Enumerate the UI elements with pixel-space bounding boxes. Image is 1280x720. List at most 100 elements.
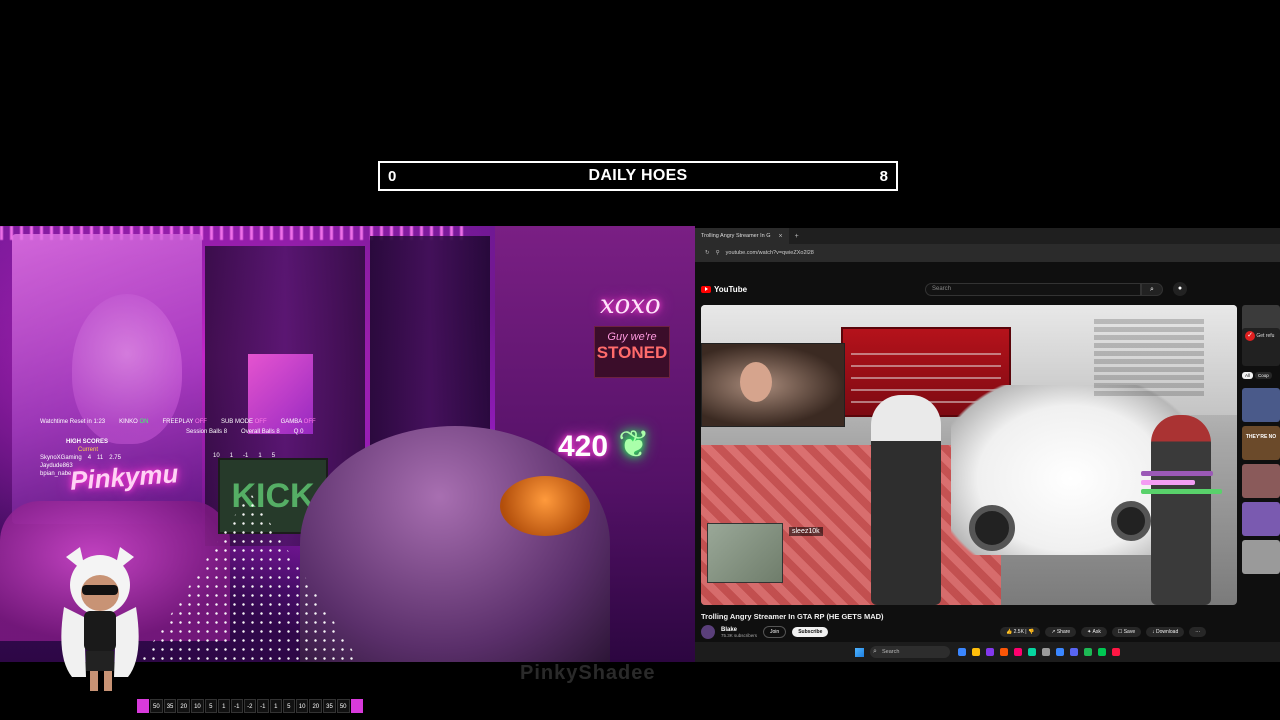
youtube-header: YouTube Search ⌕ ● — [695, 279, 1280, 299]
ingame-chat — [1094, 319, 1204, 399]
high-score-row: bpian_nabe — [40, 471, 72, 477]
video-actions: 👍 2.5K | 👎 ↗ Share ✦ Ask ☐ Save ↓ Downlo… — [1000, 627, 1207, 637]
filter-chips: All Coop — [1242, 372, 1272, 379]
game-character — [1151, 415, 1211, 605]
discord-icon[interactable] — [1070, 648, 1078, 656]
score-cell: 1 — [269, 699, 282, 713]
score-cell: 35 — [323, 699, 336, 713]
status-bars — [1141, 471, 1231, 498]
overall-balls: Overall Balls 8 — [241, 429, 280, 435]
youtube-play-icon — [701, 285, 711, 293]
url-field[interactable]: youtube.com/watch?v=qwieZXo2l28 — [726, 250, 814, 256]
status-bar — [1141, 471, 1213, 476]
recommended-thumbnail[interactable] — [1242, 540, 1280, 574]
car-wheel — [969, 505, 1015, 551]
site-info-icon[interactable]: ⚲ — [716, 250, 720, 256]
counter-title: DAILY HOES — [588, 167, 688, 184]
app-icon[interactable] — [1112, 648, 1120, 656]
score-strip-end — [350, 699, 363, 713]
minimap — [707, 523, 783, 583]
search-input[interactable]: Search — [925, 282, 1141, 296]
neon-xoxo-sign: xoxo — [600, 290, 661, 320]
queue-count: Q 0 — [293, 429, 304, 435]
save-button[interactable]: ☐ Save — [1111, 627, 1142, 637]
close-tab-icon[interactable]: × — [779, 233, 783, 240]
reload-icon[interactable]: ↻ — [705, 250, 710, 256]
join-button[interactable]: Join — [763, 626, 787, 638]
app-icon[interactable] — [1098, 648, 1106, 656]
counter-right-value: 8 — [879, 167, 888, 185]
video-title: Trolling Angry Streamer In GTA RP (HE GE… — [701, 612, 884, 621]
counter-left-value: 0 — [388, 167, 397, 185]
score-cell: -1 — [230, 699, 243, 713]
blanket — [300, 426, 610, 662]
high-score-row: Jaydude863 — [40, 463, 73, 469]
app-icon[interactable] — [1042, 648, 1050, 656]
stoned-sign: Guy we're STONED — [594, 326, 670, 378]
chip-all[interactable]: All — [1242, 372, 1254, 379]
player-name-tag: sleez10k — [789, 527, 823, 536]
plush-toy — [500, 476, 590, 536]
youtube-logo-text: YouTube — [714, 284, 748, 294]
video-player[interactable]: sleez10k — [701, 305, 1237, 605]
recommended-thumbnail[interactable] — [1242, 464, 1280, 498]
new-tab-icon[interactable]: + — [795, 233, 799, 240]
youtube-logo[interactable]: YouTube — [701, 285, 747, 294]
app-icon[interactable] — [1056, 648, 1064, 656]
score-cell: 50 — [336, 699, 350, 713]
chip-coop[interactable]: Coop — [1255, 372, 1272, 379]
score-cell: -2 — [243, 699, 256, 713]
windows-start-icon[interactable] — [855, 647, 864, 657]
mini-values-row: 10 1 -1 1 5 — [213, 453, 276, 459]
search-icon[interactable]: ⌕ — [1141, 282, 1163, 296]
taskbar-search[interactable]: Search — [870, 646, 950, 658]
spotify-icon[interactable] — [1084, 648, 1092, 656]
microphone-icon[interactable]: ● — [1173, 282, 1187, 296]
score-cell: 10 — [295, 699, 309, 713]
like-button[interactable]: 👍 2.5K | 👎 — [1000, 627, 1041, 637]
recommended-thumbnail[interactable] — [1242, 502, 1280, 536]
app-icon[interactable] — [1000, 648, 1008, 656]
channel-avatar[interactable] — [701, 625, 715, 639]
thumbnail-caption: THEY'RE NO — [1245, 434, 1277, 440]
stoned-sign-line2: STONED — [596, 343, 668, 362]
car-wheel — [1111, 501, 1151, 541]
toggle-sub-mode: SUB MODE OFF — [220, 419, 267, 425]
neon-420-sign: 420 — [558, 430, 609, 463]
folder-icon[interactable] — [972, 648, 980, 656]
stats-overlay: Watchtime Reset in 1:23 KINKO ON FREEPLA… — [40, 418, 316, 478]
app-icon[interactable] — [986, 648, 994, 656]
high-scores-subtitle: Current — [78, 447, 99, 453]
high-score-row: SkynoXGaming 4 11 2.75 — [40, 455, 121, 461]
score-cell: 20 — [309, 699, 323, 713]
score-strip-end — [137, 699, 149, 713]
stoned-sign-line1: Guy we're — [607, 331, 657, 343]
streamer-head — [740, 362, 772, 402]
toggle-kinko: KINKO ON — [119, 419, 149, 425]
tab-title: Trolling Angry Streamer In G — [701, 233, 771, 239]
app-icon[interactable] — [1014, 648, 1022, 656]
tab-youtube-video[interactable]: Trolling Angry Streamer In G × — [695, 228, 789, 244]
app-icon[interactable] — [958, 648, 966, 656]
app-icon[interactable] — [1028, 648, 1036, 656]
ask-button[interactable]: ✦ Ask — [1081, 627, 1107, 637]
subscribe-button[interactable]: Subscribe — [792, 627, 829, 637]
score-cell: 1 — [217, 699, 230, 713]
more-options-button[interactable]: ··· — [1189, 627, 1207, 637]
high-scores-title: HIGH SCORES — [66, 439, 109, 445]
share-button[interactable]: ↗ Share — [1045, 627, 1077, 637]
score-cell: 35 — [163, 699, 177, 713]
recommended-thumbnail[interactable]: THEY'RE NO — [1242, 426, 1280, 460]
score-cell: 20 — [177, 699, 191, 713]
score-cell: 5 — [204, 699, 217, 713]
sponsored-card[interactable]: ✓ Get refu — [1242, 328, 1280, 366]
sponsored-text: Get refu — [1256, 333, 1275, 339]
channel-info: Blake 75.3K subscribers — [721, 627, 757, 638]
score-cell: 5 — [282, 699, 295, 713]
toggle-freeplay: FREEPLAY OFF — [162, 419, 207, 425]
channel-watermark: PinkyShadee — [520, 662, 656, 684]
status-bar — [1141, 480, 1195, 485]
download-button[interactable]: ↓ Download — [1146, 627, 1185, 637]
recommended-thumbnail[interactable] — [1242, 388, 1280, 422]
game-character — [871, 395, 941, 605]
